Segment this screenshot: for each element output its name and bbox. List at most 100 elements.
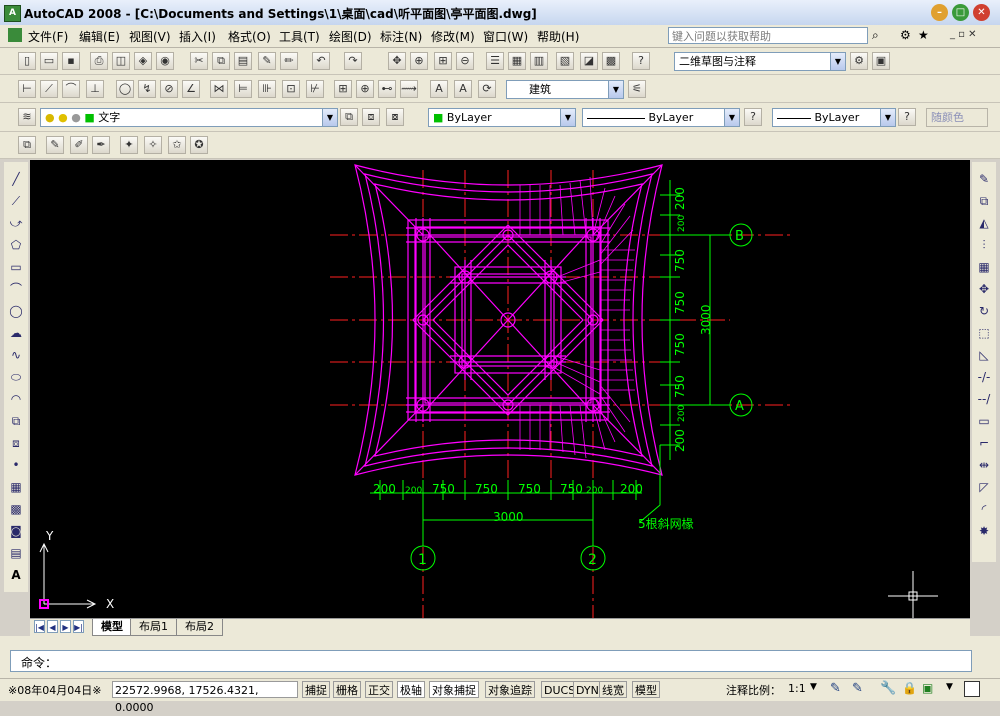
redo-icon[interactable]: ↷ — [344, 52, 362, 70]
toggle-osnap[interactable]: 对象捕捉 — [429, 681, 479, 698]
baseline-icon[interactable]: ⊨ — [234, 80, 252, 98]
dim-update-icon[interactable]: ⟳ — [478, 80, 496, 98]
communication-center-icon[interactable]: ⚙ — [900, 28, 911, 42]
scale-icon[interactable]: ⬚ — [974, 324, 994, 343]
menu-view[interactable]: 视图(V) — [129, 28, 171, 45]
clean-screen-icon[interactable] — [964, 681, 980, 697]
annotation-visibility-icon[interactable]: ✎ — [830, 681, 841, 696]
tool1-icon[interactable]: ✦ — [120, 136, 138, 154]
join-icon[interactable]: ⇹ — [974, 456, 994, 475]
arc-length-icon[interactable]: ⌒ — [62, 80, 80, 98]
tab-model[interactable]: 模型 — [92, 619, 132, 636]
hatch-icon[interactable]: ▦ — [6, 478, 26, 497]
zoom-realtime-icon[interactable]: ⊕ — [410, 52, 428, 70]
break-icon[interactable]: ⌐ — [974, 434, 994, 453]
wrench-icon[interactable]: 🔧 — [880, 681, 896, 696]
layer-previous-icon[interactable]: ⧈ — [362, 108, 380, 126]
jogged-icon[interactable]: ↯ — [138, 80, 156, 98]
plotstyle-select[interactable]: 随颜色 — [926, 108, 988, 127]
dim-text-edit-icon[interactable]: A — [454, 80, 472, 98]
chevron-down-icon[interactable]: ▼ — [810, 682, 817, 692]
menu-tools[interactable]: 工具(T) — [279, 28, 320, 45]
color-select[interactable]: ■ ByLayer ▼ — [428, 108, 576, 127]
continue-icon[interactable]: ⊪ — [258, 80, 276, 98]
insert-block-icon[interactable]: ⧉ — [6, 412, 26, 431]
radius-icon[interactable]: ◯ — [116, 80, 134, 98]
break-at-point-icon[interactable]: ▭ — [974, 412, 994, 431]
move-icon[interactable]: ✥ — [974, 280, 994, 299]
dim-edit-icon[interactable]: A — [430, 80, 448, 98]
tool3-icon[interactable]: ✩ — [168, 136, 186, 154]
make-current-icon[interactable]: ⧉ — [340, 108, 358, 126]
menu-draw[interactable]: 绘图(D) — [329, 28, 372, 45]
lock-icon[interactable]: 🔒 — [902, 681, 917, 695]
polyline-icon[interactable]: ⤻ — [6, 214, 26, 233]
spell-check-icon[interactable]: ✒ — [92, 136, 110, 154]
spline-icon[interactable]: ∿ — [6, 346, 26, 365]
explode-icon[interactable]: ✸ — [974, 522, 994, 541]
toggle-model[interactable]: 模型 — [632, 681, 660, 698]
toggle-ortho[interactable]: 正交 — [365, 681, 393, 698]
make-block-icon[interactable]: ⧈ — [6, 434, 26, 453]
inspect-icon[interactable]: ⊷ — [378, 80, 396, 98]
tab-layout2[interactable]: 布局2 — [176, 619, 223, 636]
array-icon[interactable]: ▦ — [974, 258, 994, 277]
linear-dim-icon[interactable]: ⊢ — [18, 80, 36, 98]
next-tab-icon[interactable]: ▶ — [60, 620, 71, 633]
toggle-grid[interactable]: 栅格 — [333, 681, 361, 698]
tool-palettes-icon[interactable]: ▥ — [530, 52, 548, 70]
layer-states-icon[interactable]: ⧇ — [386, 108, 404, 126]
document-icon[interactable] — [8, 28, 22, 42]
toggle-polar[interactable]: 极轴 — [397, 681, 425, 698]
favorites-icon[interactable]: ★ — [918, 28, 929, 42]
line-icon[interactable]: ╱ — [6, 170, 26, 189]
minimize-button[interactable]: – — [931, 4, 948, 21]
zoom-previous-icon[interactable]: ⊖ — [456, 52, 474, 70]
text-edit-icon[interactable]: ✎ — [46, 136, 64, 154]
layer-select[interactable]: ● ● ● ■ 文字 ▼ — [40, 108, 338, 127]
last-tab-icon[interactable]: ▶| — [73, 620, 84, 633]
ellipse-arc-icon[interactable]: ◠ — [6, 390, 26, 409]
rotate-icon[interactable]: ↻ — [974, 302, 994, 321]
save-icon[interactable]: ▪ — [62, 52, 80, 70]
ellipse-icon[interactable]: ⬭ — [6, 368, 26, 387]
zoom-window-icon[interactable]: ⊞ — [434, 52, 452, 70]
gradient-icon[interactable]: ▩ — [6, 500, 26, 519]
center-mark-icon[interactable]: ⊕ — [356, 80, 374, 98]
workspace-select[interactable]: 二维草图与注释 ▼ — [674, 52, 846, 71]
ordinate-icon[interactable]: ⊥ — [86, 80, 104, 98]
layer-manager-icon[interactable]: ≋ — [18, 108, 36, 126]
table-icon[interactable]: ▤ — [6, 544, 26, 563]
rectangle-icon[interactable]: ▭ — [6, 258, 26, 277]
autocad-app-icon[interactable]: A — [4, 5, 21, 22]
stretch-icon[interactable]: ◺ — [974, 346, 994, 365]
tolerance-icon[interactable]: ⊞ — [334, 80, 352, 98]
menu-dimension[interactable]: 标注(N) — [380, 28, 422, 45]
drawing-canvas[interactable]: 200 200 750 750 750 750 200 200 3000 5根斜… — [30, 160, 970, 618]
mirror-icon[interactable]: ◭ — [974, 214, 994, 233]
dim-style-select[interactable]: 建筑 ▼ — [506, 80, 624, 99]
new-icon[interactable]: ▯ — [18, 52, 36, 70]
circle-icon[interactable]: ◯ — [6, 302, 26, 321]
properties-icon[interactable]: ☰ — [486, 52, 504, 70]
command-line[interactable]: 命令： — [10, 650, 972, 672]
tool2-icon[interactable]: ✧ — [144, 136, 162, 154]
copy-icon[interactable]: ⧉ — [212, 52, 230, 70]
publish-icon[interactable]: ◈ — [134, 52, 152, 70]
menu-file[interactable]: 文件(F) — [28, 28, 68, 45]
annotation-scale-select[interactable]: 1:1 — [788, 682, 806, 695]
design-center-icon[interactable]: ▦ — [508, 52, 526, 70]
dim-style-manager-icon[interactable]: ⚟ — [628, 80, 646, 98]
trim-icon[interactable]: -/- — [974, 368, 994, 387]
tool4-icon[interactable]: ✪ — [190, 136, 208, 154]
lineweight-help-icon[interactable]: ? — [898, 108, 916, 126]
space-icon[interactable]: ⊡ — [282, 80, 300, 98]
mtext-icon[interactable]: ✐ — [70, 136, 88, 154]
toggle-snap[interactable]: 捕捉 — [302, 681, 330, 698]
menu-modify[interactable]: 修改(M) — [431, 28, 475, 45]
linetype-select[interactable]: ByLayer ▼ — [582, 108, 740, 127]
paste-icon[interactable]: ▤ — [234, 52, 252, 70]
pan-icon[interactable]: ✥ — [388, 52, 406, 70]
calculator-icon[interactable]: ▩ — [602, 52, 620, 70]
undo-icon[interactable]: ↶ — [312, 52, 330, 70]
